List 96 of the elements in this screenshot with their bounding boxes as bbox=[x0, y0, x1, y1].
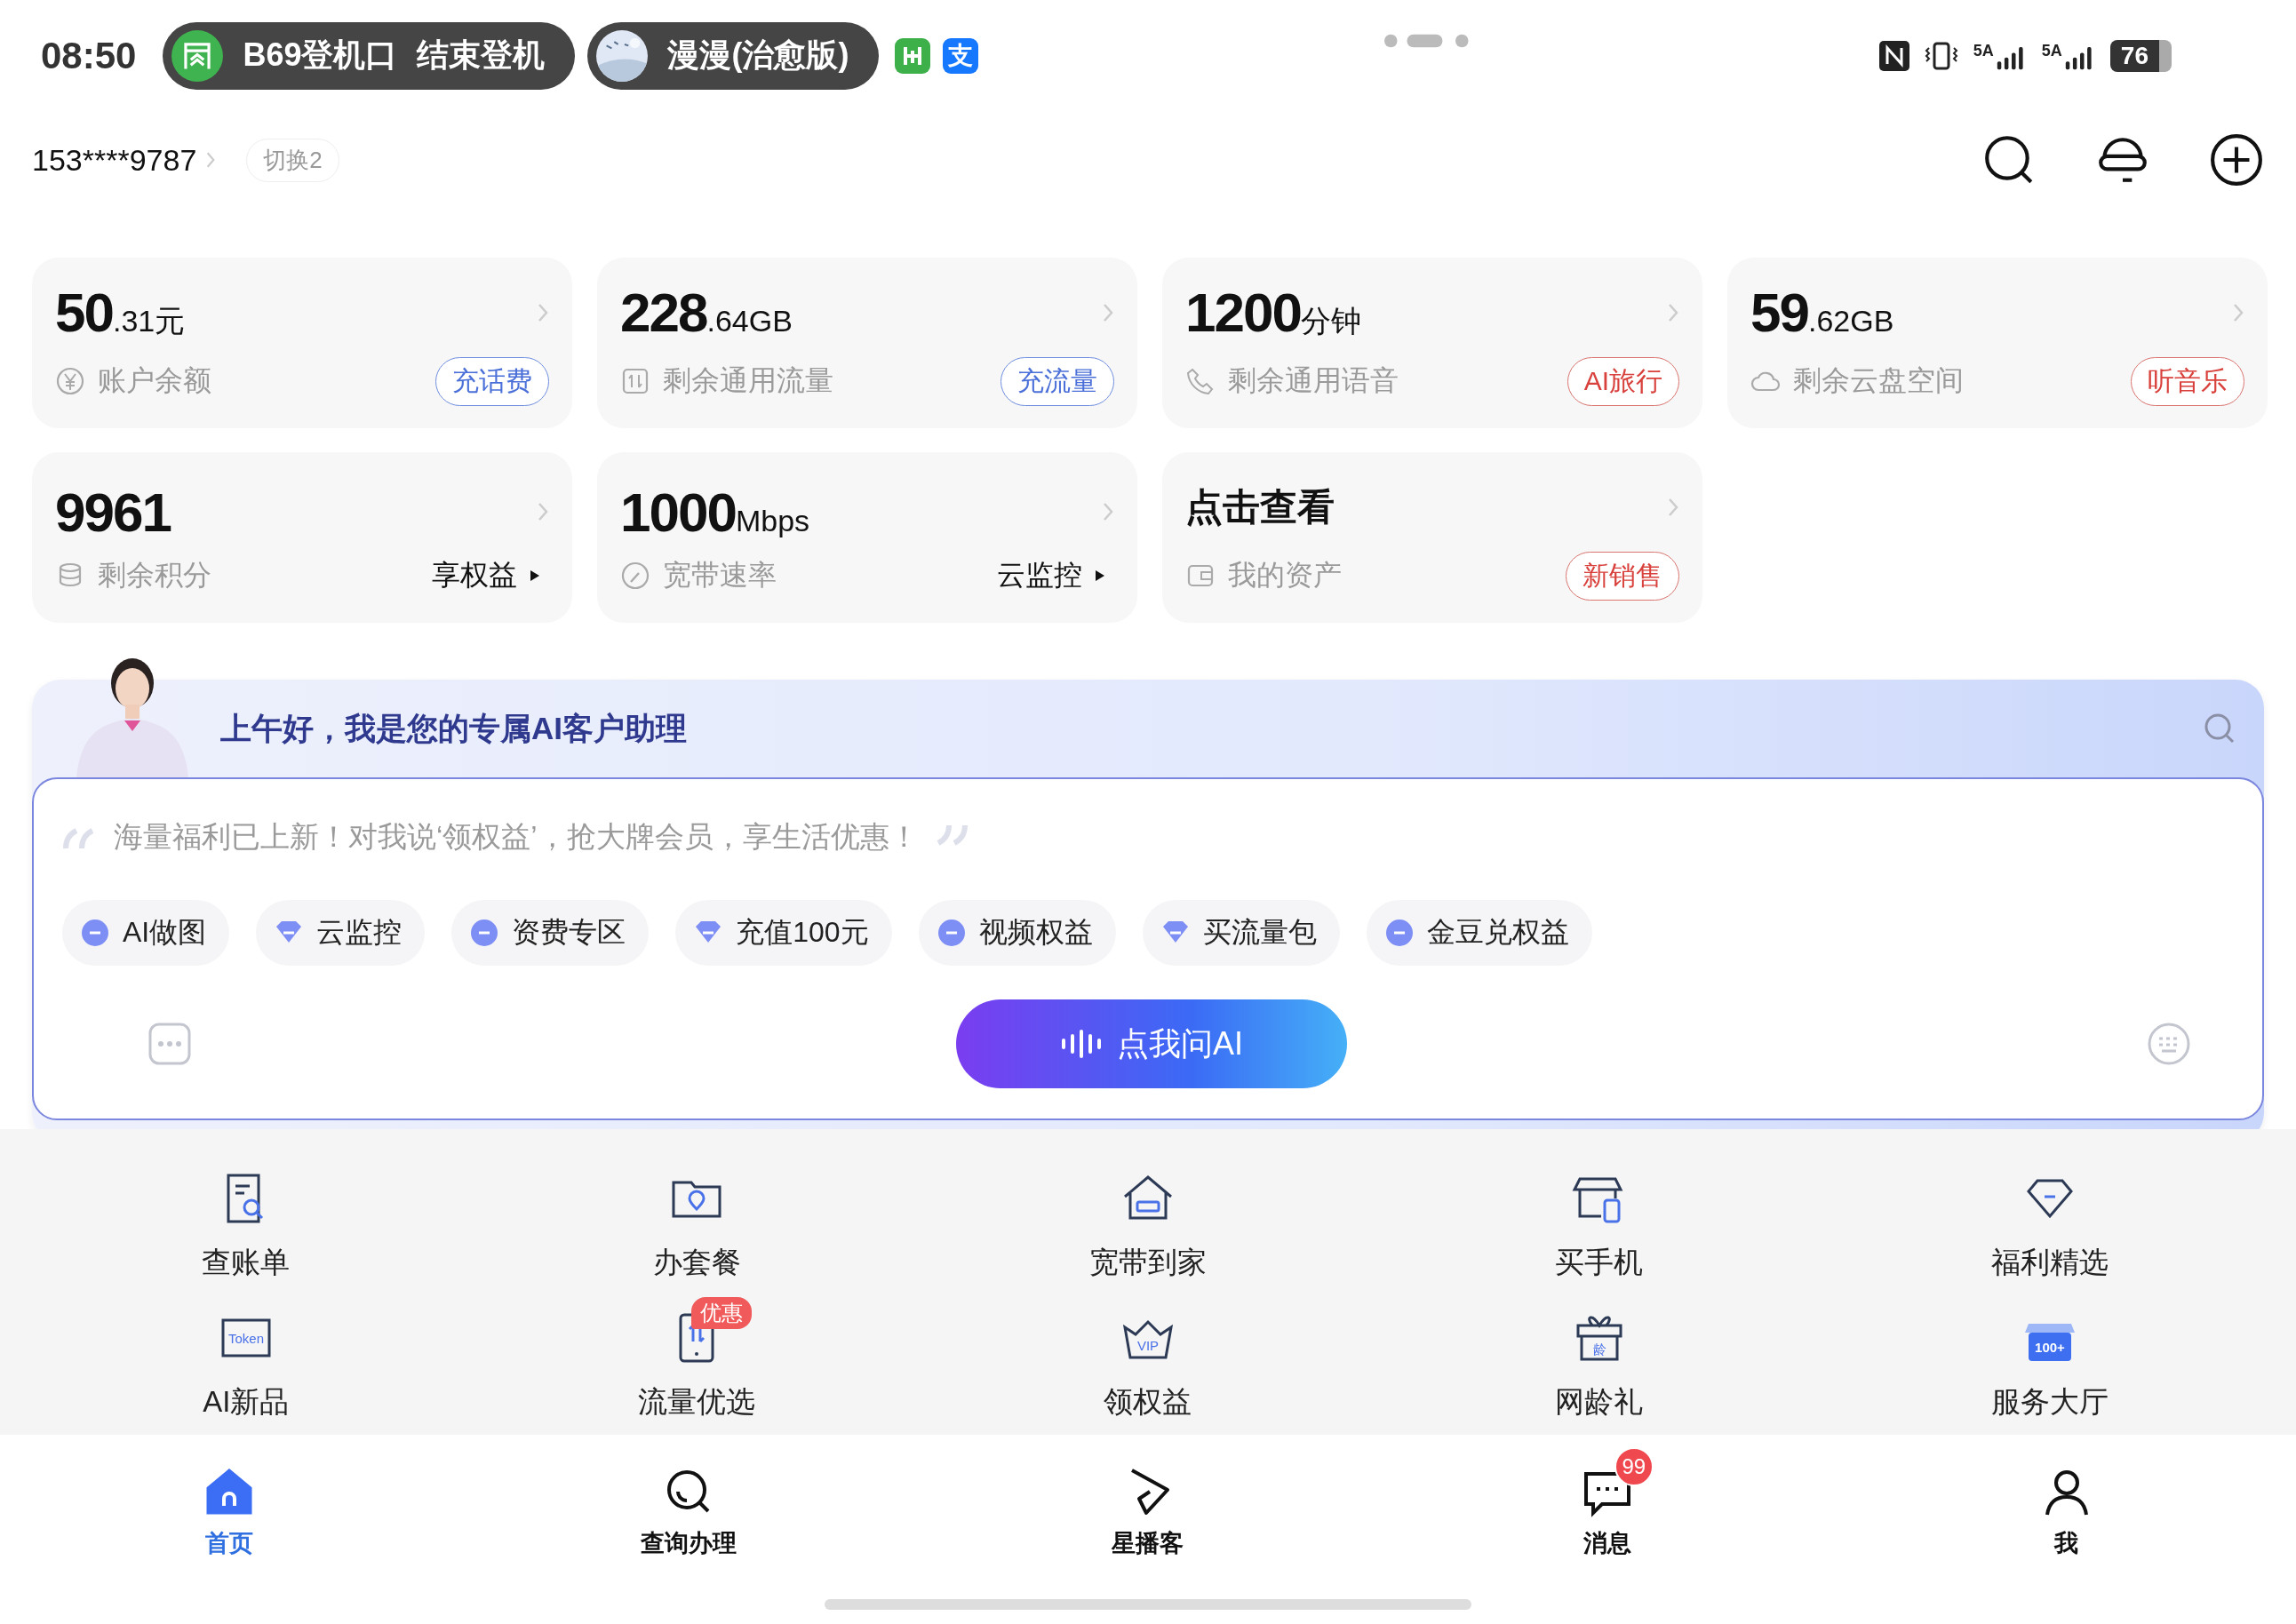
service-label: 福利精选 bbox=[1991, 1245, 2109, 1280]
suggestion-chip[interactable]: 云监控 bbox=[256, 900, 426, 966]
status-time: 08:50 bbox=[41, 34, 137, 77]
chevron-icon bbox=[537, 501, 549, 522]
action-button[interactable]: 充话费 bbox=[435, 356, 549, 406]
chevron-icon bbox=[1102, 501, 1114, 522]
assistant-prompt: 海量福利已上新！对我说‘领权益’，抢大牌会员，享生活优惠！ bbox=[114, 818, 919, 855]
service-label: 查账单 bbox=[202, 1245, 291, 1280]
card-label: 剩余通用流量 bbox=[663, 363, 833, 398]
activity-text: B69登机口 bbox=[243, 36, 398, 75]
card-value: 1200分钟 bbox=[1185, 281, 1361, 344]
service-item[interactable]: Token AI新品 bbox=[20, 1292, 472, 1422]
card-icon bbox=[620, 366, 650, 396]
card-label: 账户余额 bbox=[98, 363, 211, 398]
app-icon[interactable] bbox=[895, 37, 931, 74]
service-label: 领权益 bbox=[1104, 1384, 1192, 1420]
nav-tab[interactable]: 我 bbox=[1837, 1444, 2296, 1559]
service-item[interactable]: 查账单 bbox=[20, 1152, 472, 1283]
service-label: 服务大厅 bbox=[1991, 1384, 2109, 1420]
activity-text: 结束登机 bbox=[417, 36, 546, 75]
action-button[interactable]: 听音乐 bbox=[2131, 356, 2244, 406]
service-item[interactable]: VIP 领权益 bbox=[922, 1292, 1374, 1422]
service-label: 网龄礼 bbox=[1555, 1384, 1644, 1420]
balance-card[interactable]: 9961 剩余积分 享权益 bbox=[32, 452, 572, 623]
service-item[interactable]: 福利精选 bbox=[1824, 1152, 2276, 1283]
suggestion-chip[interactable]: 买流量包 bbox=[1142, 900, 1340, 966]
coin-icon bbox=[469, 918, 500, 948]
activity-text: 漫漫(治愈版) bbox=[667, 36, 849, 75]
card-value: 点击查看 bbox=[1185, 484, 1335, 529]
balance-card[interactable]: 点击查看 我的资产 新销售 bbox=[1162, 452, 1702, 623]
keyboard-icon[interactable] bbox=[2147, 1022, 2191, 1066]
service-item[interactable]: 100+ 服务大厅 bbox=[1824, 1292, 2276, 1422]
suggestion-chip[interactable]: AI做图 bbox=[62, 900, 230, 966]
unread-badge: 99 bbox=[1614, 1447, 1654, 1486]
nfc-icon bbox=[1878, 40, 1909, 71]
nav-tab[interactable]: 99 消息 bbox=[1377, 1444, 1838, 1559]
add-icon[interactable] bbox=[2209, 132, 2264, 187]
ask-ai-button[interactable]: 点我问AI bbox=[956, 999, 1347, 1088]
action-button[interactable]: AI旅行 bbox=[1567, 356, 1679, 406]
card-value: 228.64GB bbox=[620, 281, 793, 344]
live-activity-pill[interactable]: 漫漫(治愈版) bbox=[587, 21, 880, 90]
coin-icon bbox=[80, 918, 110, 948]
card-label: 宽带速率 bbox=[663, 558, 777, 593]
card-label: 剩余云盘空间 bbox=[1793, 363, 1964, 398]
service-item[interactable]: 办套餐 bbox=[471, 1152, 923, 1283]
action-button[interactable]: 充流量 bbox=[1001, 356, 1114, 406]
card-icon bbox=[55, 366, 85, 396]
more-icon[interactable] bbox=[147, 1022, 192, 1066]
nav-tab[interactable]: 查询办理 bbox=[458, 1444, 919, 1559]
battery-indicator: 76 bbox=[2109, 39, 2172, 72]
nav-tab[interactable]: 首页 bbox=[0, 1444, 459, 1559]
service-label: 宽带到家 bbox=[1089, 1245, 1207, 1280]
action-link[interactable]: 享权益 bbox=[432, 556, 549, 595]
vibrate-icon bbox=[1923, 40, 1959, 71]
service-label: AI新品 bbox=[203, 1384, 290, 1420]
promo-badge: 优惠 bbox=[691, 1297, 753, 1329]
live-activity-pill[interactable]: B69登机口 结束登机 bbox=[163, 21, 576, 90]
service-label: 买手机 bbox=[1555, 1245, 1644, 1280]
assistant-greeting: 上午好，我是您的专属AI客户助理 bbox=[220, 709, 687, 747]
service-item[interactable]: 宽带到家 bbox=[922, 1152, 1374, 1283]
card-label: 我的资产 bbox=[1228, 558, 1342, 593]
suggestion-chip[interactable]: 金豆兑权益 bbox=[1366, 900, 1592, 966]
card-value: 50.31元 bbox=[55, 281, 186, 344]
card-value: 9961 bbox=[55, 480, 171, 544]
service-item[interactable]: 优惠 流量优选 bbox=[471, 1292, 923, 1422]
balance-card[interactable]: 228.64GB 剩余通用流量 充流量 bbox=[597, 258, 1137, 428]
coin-icon bbox=[936, 918, 967, 948]
network-label: 5A bbox=[2041, 41, 2062, 60]
coin-icon bbox=[1383, 918, 1415, 948]
service-label: 办套餐 bbox=[652, 1245, 741, 1280]
play-icon bbox=[530, 569, 540, 582]
suggestion-chip[interactable]: 充值100元 bbox=[675, 900, 892, 966]
card-label: 剩余通用语音 bbox=[1228, 363, 1399, 398]
service-item[interactable]: 买手机 bbox=[1373, 1152, 1825, 1283]
card-label: 剩余积分 bbox=[98, 558, 211, 593]
service-label: 流量优选 bbox=[638, 1384, 756, 1420]
card-icon bbox=[620, 561, 650, 591]
balance-card[interactable]: 1200分钟 剩余通用语音 AI旅行 bbox=[1162, 258, 1702, 428]
service-item[interactable]: 龄 网龄礼 bbox=[1373, 1292, 1825, 1422]
suggestion-chip[interactable]: 资费专区 bbox=[451, 900, 650, 966]
action-button[interactable]: 新销售 bbox=[1566, 551, 1679, 601]
card-value: 1000Mbps bbox=[620, 480, 810, 544]
balance-card[interactable]: 50.31元 账户余额 充话费 bbox=[32, 258, 572, 428]
card-icon bbox=[1185, 366, 1216, 396]
card-value: 59.62GB bbox=[1750, 281, 1894, 344]
play-icon bbox=[1095, 569, 1105, 582]
nav-tab[interactable]: 星播客 bbox=[918, 1444, 1378, 1559]
chevron-icon bbox=[205, 150, 217, 170]
action-link[interactable]: 云监控 bbox=[997, 556, 1114, 595]
gate-icon bbox=[171, 29, 224, 82]
balance-card[interactable]: 59.62GB 剩余云盘空间 听音乐 bbox=[1727, 258, 2268, 428]
phone-number[interactable]: 153****9787 bbox=[32, 142, 197, 178]
balance-card[interactable]: 1000Mbps 宽带速率 云监控 bbox=[597, 452, 1137, 623]
network-label: 5A bbox=[1973, 41, 1994, 60]
suggestion-chip[interactable]: 视频权益 bbox=[918, 900, 1116, 966]
alipay-icon[interactable]: 支 bbox=[943, 37, 979, 74]
